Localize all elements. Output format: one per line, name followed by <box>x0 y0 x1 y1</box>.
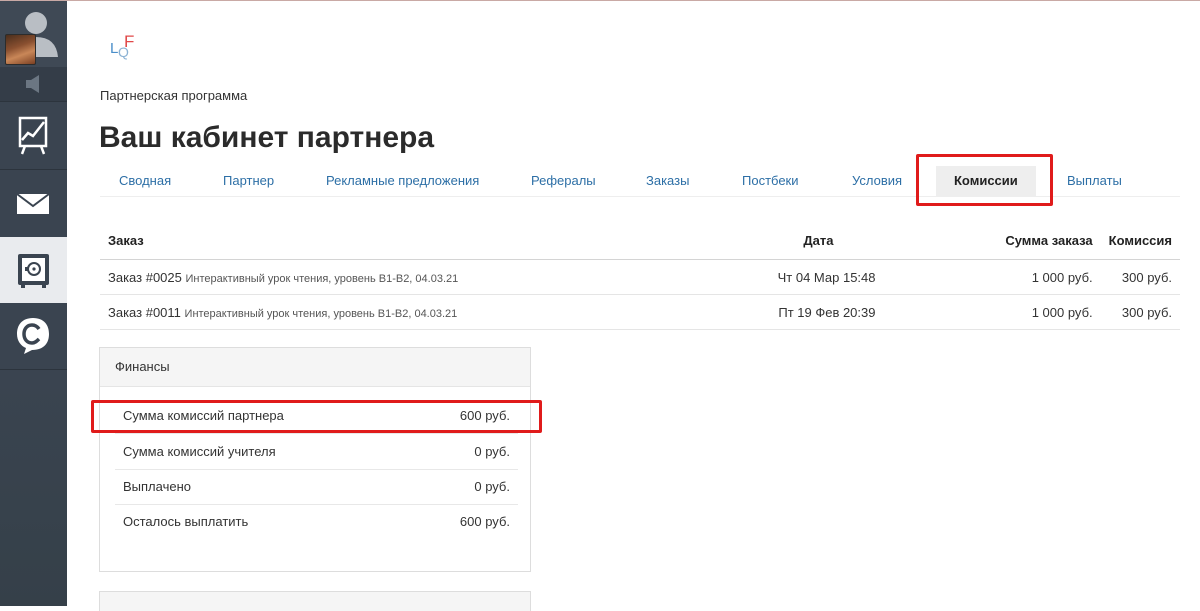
table-row: Заказ #0011 Интерактивный урок чтения, у… <box>100 294 1180 330</box>
table-header-row: Заказ Дата Сумма заказа Комиссия <box>100 222 1180 260</box>
table-row: Заказ #0025 Интерактивный урок чтения, у… <box>100 259 1180 295</box>
order-description: Интерактивный урок чтения, уровень B1-B2… <box>185 272 459 285</box>
tab-partner[interactable]: Партнер <box>223 160 274 196</box>
sidebar-item-stats[interactable] <box>0 101 67 168</box>
finance-panel-title: Финансы <box>100 348 530 387</box>
safe-icon <box>18 254 49 288</box>
order-commission: 300 руб. <box>1100 294 1180 330</box>
order-date: Пт 19 Фев 20:39 <box>656 294 916 330</box>
top-border <box>0 0 1200 1</box>
column-header-order-sum: Сумма заказа <box>915 222 1101 260</box>
tab-orders[interactable]: Заказы <box>646 160 689 196</box>
sidebar <box>0 1 67 606</box>
sidebar-empty-area <box>0 371 67 606</box>
sidebar-item-mail[interactable] <box>0 169 67 236</box>
finance-label: Сумма комиссий учителя <box>123 444 276 459</box>
page-title: Ваш кабинет партнера <box>99 121 435 154</box>
tab-payouts[interactable]: Выплаты <box>1067 160 1122 196</box>
finance-value: 0 руб. <box>474 479 510 494</box>
tab-referrals[interactable]: Рефералы <box>531 160 596 196</box>
order-cell: Заказ #0011 Интерактивный урок чтения, у… <box>100 294 657 330</box>
stats-chart-icon <box>18 116 48 155</box>
mail-icon <box>16 193 50 214</box>
lqf-logo[interactable]: L Q F <box>108 30 138 60</box>
finance-value: 0 руб. <box>474 444 510 459</box>
next-panel-header <box>99 591 531 611</box>
order-sum: 1 000 руб. <box>915 294 1101 330</box>
finance-panel: Финансы Сумма комиссий партнера 600 руб.… <box>99 347 531 572</box>
highlight-box-partner-commissions <box>91 400 542 433</box>
finance-label: Выплачено <box>123 479 191 494</box>
finance-row-paid-out: Выплачено 0 руб. <box>115 470 518 505</box>
tab-postbacks[interactable]: Постбеки <box>742 160 799 196</box>
svg-text:F: F <box>124 32 134 51</box>
speaker-icon <box>26 75 39 93</box>
finance-row-teacher-commissions: Сумма комиссий учителя 0 руб. <box>115 435 518 470</box>
order-cell: Заказ #0025 Интерактивный урок чтения, у… <box>100 259 657 295</box>
order-number: Заказ #0025 <box>108 269 182 285</box>
sidebar-speaker[interactable] <box>0 67 67 101</box>
finance-row-remaining: Осталось выплатить 600 руб. <box>115 505 518 539</box>
highlight-box-commissions-tab <box>916 154 1053 206</box>
finance-label: Осталось выплатить <box>123 514 249 529</box>
column-header-date: Дата <box>656 222 916 260</box>
order-date: Чт 04 Мар 15:48 <box>656 259 916 295</box>
commissions-table: Заказ Дата Сумма заказа Комиссия Заказ #… <box>100 222 1180 330</box>
sidebar-user[interactable] <box>0 1 67 67</box>
column-header-order: Заказ <box>100 222 657 260</box>
column-header-commission: Комиссия <box>1100 222 1180 260</box>
order-commission: 300 руб. <box>1100 259 1180 295</box>
tab-summary[interactable]: Сводная <box>119 160 171 196</box>
chat-icon <box>17 318 49 354</box>
finance-value: 600 руб. <box>459 514 510 529</box>
sidebar-item-chat[interactable] <box>0 303 67 370</box>
order-sum: 1 000 руб. <box>915 259 1101 295</box>
sidebar-item-safe[interactable] <box>0 237 67 303</box>
avatar[interactable] <box>5 34 36 65</box>
breadcrumb[interactable]: Партнерская программа <box>100 88 247 103</box>
order-number: Заказ #0011 <box>108 304 181 320</box>
tab-terms[interactable]: Условия <box>852 160 902 196</box>
tab-ad-offers[interactable]: Рекламные предложения <box>326 160 479 196</box>
order-description: Интерактивный урок чтения, уровень B1-B2… <box>184 307 458 320</box>
